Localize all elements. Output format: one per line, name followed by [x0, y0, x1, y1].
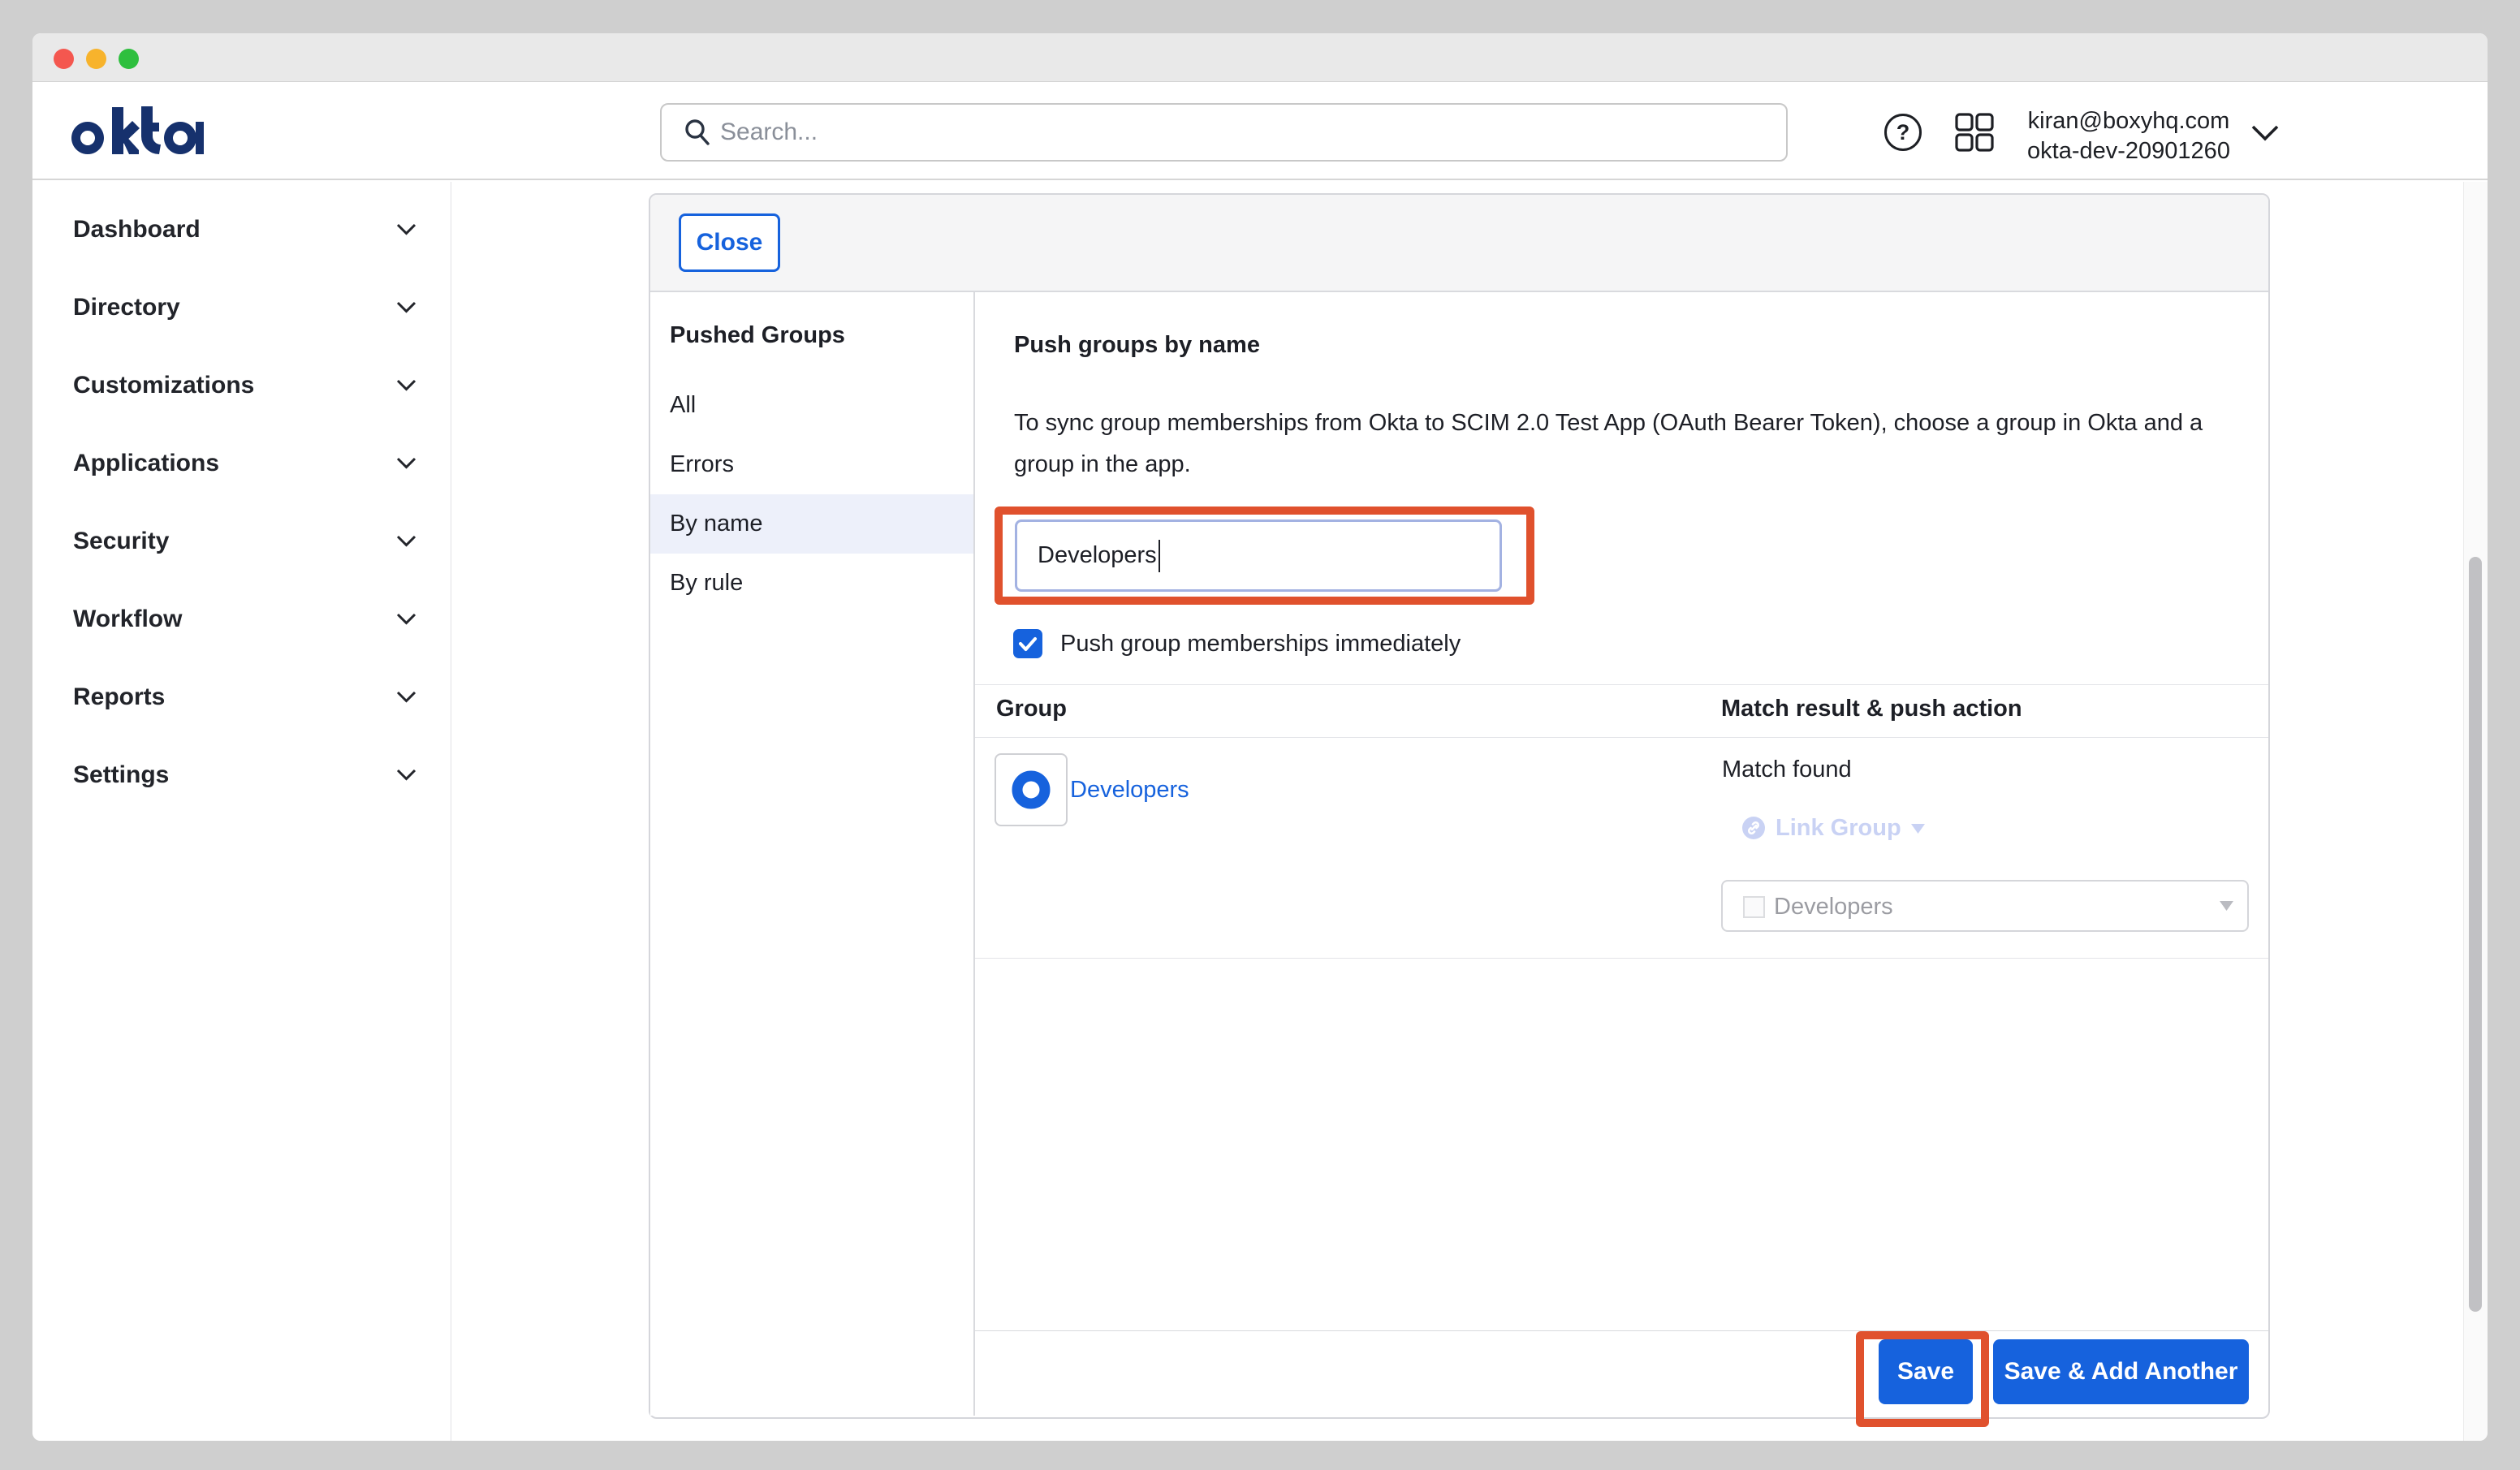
- svg-text:?: ?: [1896, 120, 1910, 144]
